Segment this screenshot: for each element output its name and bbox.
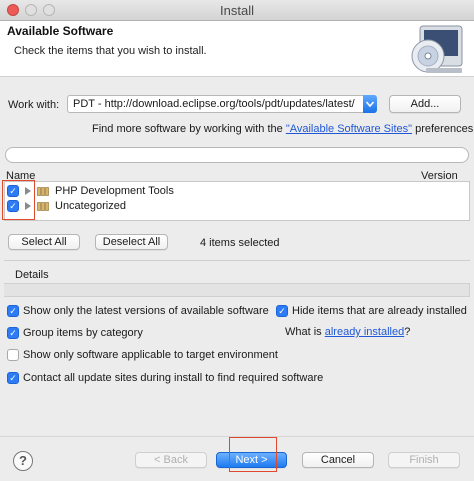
software-tree: ✓ PHP Development Tools ✓ Uncategorized bbox=[4, 181, 470, 221]
details-label: Details bbox=[15, 269, 49, 281]
available-sites-link[interactable]: "Available Software Sites" bbox=[286, 123, 412, 135]
what-is-prefix: What is bbox=[285, 326, 325, 338]
page-description: Check the items that you wish to install… bbox=[14, 45, 207, 57]
page-title: Available Software bbox=[7, 24, 114, 38]
category-icon bbox=[37, 201, 49, 211]
work-with-combo[interactable]: PDT - http://download.eclipse.org/tools/… bbox=[67, 95, 377, 113]
chevron-down-icon bbox=[365, 101, 375, 108]
already-installed-link[interactable]: already installed bbox=[325, 326, 405, 338]
category-icon bbox=[37, 186, 49, 196]
what-is-suffix: ? bbox=[404, 326, 411, 338]
window-title: Install bbox=[220, 3, 254, 18]
group-by-category-label: Group items by category bbox=[23, 327, 143, 339]
next-annotation-box bbox=[229, 437, 277, 472]
tree-row-label: Uncategorized bbox=[55, 200, 126, 212]
details-divider bbox=[4, 260, 470, 261]
find-more-text: Find more software by working with the "… bbox=[92, 123, 474, 135]
checkbox-annotation-box bbox=[2, 180, 35, 220]
help-icon[interactable]: ? bbox=[13, 451, 33, 471]
details-area bbox=[4, 283, 470, 297]
latest-versions-checkbox[interactable]: ✓ bbox=[7, 305, 19, 317]
find-more-prefix: Find more software by working with the bbox=[92, 123, 286, 135]
applicable-only-checkbox[interactable] bbox=[7, 349, 19, 361]
find-more-suffix: preferences. bbox=[412, 123, 474, 135]
contact-sites-label: Contact all update sites during install … bbox=[23, 372, 324, 384]
latest-versions-option[interactable]: ✓ Show only the latest versions of avail… bbox=[7, 305, 269, 317]
cancel-button[interactable]: Cancel bbox=[302, 452, 374, 468]
applicable-only-label: Show only software applicable to target … bbox=[23, 349, 278, 361]
combo-dropdown-button[interactable] bbox=[363, 95, 377, 113]
add-site-button[interactable]: Add... bbox=[389, 95, 461, 113]
finish-button[interactable]: Finish bbox=[388, 452, 460, 468]
group-by-category-option[interactable]: ✓ Group items by category bbox=[7, 327, 143, 339]
latest-versions-label: Show only the latest versions of availab… bbox=[23, 305, 269, 317]
filter-input[interactable] bbox=[5, 147, 469, 163]
back-button[interactable]: < Back bbox=[135, 452, 207, 468]
deselect-all-button[interactable]: Deselect All bbox=[95, 234, 168, 250]
install-cd-icon bbox=[411, 25, 463, 73]
what-is-installed-text: What is already installed? bbox=[285, 326, 410, 338]
contact-sites-option[interactable]: ✓ Contact all update sites during instal… bbox=[7, 372, 323, 384]
selected-count-text: 4 items selected bbox=[200, 237, 280, 249]
work-with-label: Work with: bbox=[8, 99, 60, 111]
hide-installed-checkbox[interactable]: ✓ bbox=[276, 305, 288, 317]
contact-sites-checkbox[interactable]: ✓ bbox=[7, 372, 19, 384]
hide-installed-option[interactable]: ✓ Hide items that are already installed bbox=[276, 305, 467, 317]
hide-installed-label: Hide items that are already installed bbox=[292, 305, 467, 317]
tree-row-label: PHP Development Tools bbox=[55, 185, 174, 197]
applicable-only-option[interactable]: Show only software applicable to target … bbox=[7, 349, 278, 361]
select-all-button[interactable]: Select All bbox=[8, 234, 80, 250]
group-by-category-checkbox[interactable]: ✓ bbox=[7, 327, 19, 339]
